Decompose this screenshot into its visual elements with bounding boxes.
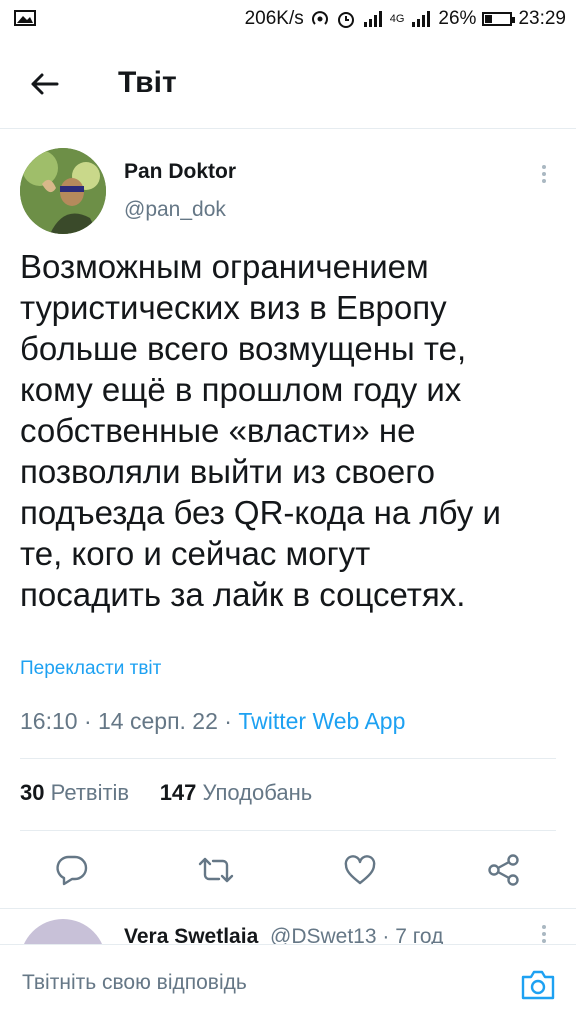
tweet-stats: 30 Ретвітів 147 Уподобань (20, 780, 312, 806)
more-vertical-icon (542, 925, 546, 929)
reply-author-handle: @DSwet13 · 7 год (270, 925, 444, 945)
heart-icon (344, 855, 376, 885)
tweet-meta: 16:10 · 14 серп. 22 · Twitter Web App (20, 708, 406, 734)
page-title: Твіт (118, 66, 177, 99)
camera-icon (521, 970, 555, 1000)
avatar-image (20, 148, 106, 234)
clock: 23:29 (518, 8, 566, 29)
more-vertical-icon (542, 165, 546, 169)
battery-icon (482, 12, 516, 26)
signal-icon (363, 11, 382, 27)
tweet-source-link[interactable]: Twitter Web App (238, 708, 405, 734)
author-avatar[interactable] (20, 148, 106, 234)
like-button[interactable] (340, 850, 380, 890)
likes-stat[interactable]: 147 Уподобань (160, 780, 313, 805)
reply-compose-bar[interactable]: Твітніть свою відповідь (0, 944, 576, 1025)
retweets-stat[interactable]: 30 Ретвітів (20, 780, 129, 805)
retweet-icon (198, 857, 234, 883)
reply-author-name[interactable]: Vera Swetlaia (124, 925, 258, 945)
share-icon (488, 854, 519, 886)
signal-4g-icon (412, 11, 431, 27)
gallery-notification-icon (14, 10, 36, 26)
tweet-time: 16:10 (20, 708, 78, 734)
reply-button[interactable] (52, 850, 92, 890)
reply-avatar[interactable] (20, 919, 106, 945)
tweet-text: Возможным ограничением туристических виз… (20, 248, 501, 613)
divider (20, 830, 556, 831)
hotspot-icon (311, 11, 328, 25)
camera-button[interactable] (518, 967, 558, 1003)
alarm-icon (337, 12, 354, 28)
network-speed: 206K/s (244, 8, 304, 29)
author-name[interactable]: Pan Doktor (124, 160, 236, 184)
app-header: Твіт (0, 40, 576, 129)
retweet-button[interactable] (196, 850, 236, 890)
back-button[interactable] (22, 62, 66, 106)
arrow-left-icon (31, 73, 59, 95)
reply-icon (56, 855, 88, 886)
battery-percent: 26% (438, 8, 477, 29)
reply-more-options-button[interactable] (530, 925, 558, 943)
network-type: 4G (389, 13, 405, 25)
tweet-date: 14 серп. 22 (98, 708, 218, 734)
translate-tweet-link[interactable]: Перекласти твіт (20, 658, 161, 680)
reply-list-item[interactable]: Vera Swetlaia @DSwet13 · 7 год (0, 908, 576, 945)
status-bar: 206K/s 4G 26% 23:29 (0, 0, 576, 40)
author-handle[interactable]: @pan_dok (124, 198, 226, 222)
divider (20, 758, 556, 759)
tweet-actions (0, 838, 576, 902)
share-button[interactable] (484, 850, 524, 890)
status-indicators: 206K/s 4G 26% 23:29 (245, 8, 566, 30)
reply-input[interactable]: Твітніть свою відповідь (22, 971, 247, 995)
more-options-button[interactable] (530, 160, 558, 188)
